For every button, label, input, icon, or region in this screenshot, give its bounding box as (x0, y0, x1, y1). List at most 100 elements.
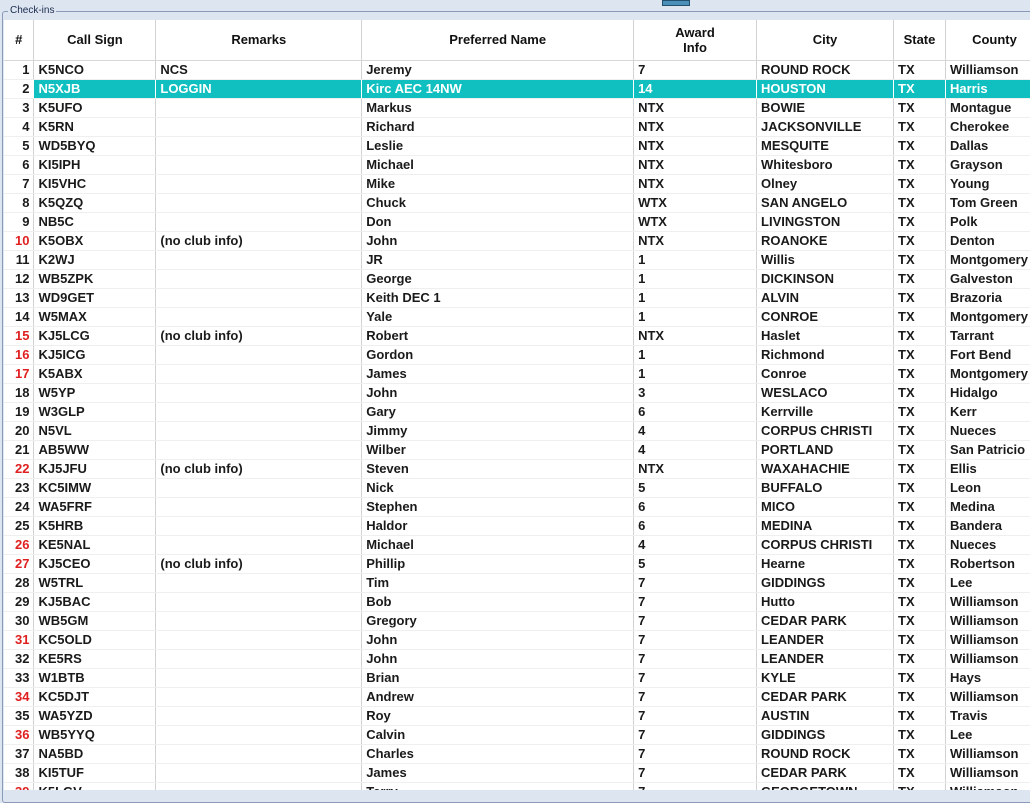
cell-state: TX (893, 763, 946, 783)
col-header-award-info[interactable]: Award Info (633, 20, 758, 61)
cell-state: TX (893, 136, 946, 156)
col-header-remarks[interactable]: Remarks (155, 20, 363, 61)
cell-award-info: 14 (633, 79, 758, 99)
row-number: 13 (4, 288, 35, 308)
table-row[interactable]: 31 KC5OLD John 7 LEANDER TX Williamson (4, 630, 1030, 650)
cell-award-info: 7 (633, 744, 758, 764)
cell-county: Williamson (945, 592, 1030, 612)
row-number: 18 (4, 383, 35, 403)
cell-city: MICO (756, 497, 894, 517)
cell-remarks (155, 307, 363, 327)
table-row[interactable]: 14 W5MAX Yale 1 CONROE TX Montgomery (4, 307, 1030, 327)
table-row[interactable]: 1 K5NCO NCS Jeremy 7 ROUND ROCK TX Williamson (4, 60, 1030, 80)
cell-award-info: 4 (633, 535, 758, 555)
table-row[interactable]: 8 K5QZQ Chuck WTX SAN ANGELO TX Tom Green (4, 193, 1030, 213)
cell-county: Williamson (945, 60, 1030, 80)
cell-city: WAXAHACHIE (756, 459, 894, 479)
table-row[interactable]: 6 KI5IPH Michael NTX Whitesboro TX Grayson (4, 155, 1030, 175)
cell-call-sign: K2WJ (33, 250, 157, 270)
cell-preferred-name: John (361, 383, 635, 403)
cell-call-sign: WB5YYQ (33, 725, 157, 745)
cell-county: Williamson (945, 630, 1030, 650)
checkins-grid[interactable]: # Call Sign Remarks Preferred Name Award… (4, 20, 1030, 790)
cell-county: Polk (945, 212, 1030, 232)
cell-remarks (155, 706, 363, 726)
table-row[interactable]: 23 KC5IMW Nick 5 BUFFALO TX Leon (4, 478, 1030, 498)
cell-award-info: 3 (633, 383, 758, 403)
table-row[interactable]: 39K5LGV Terry7GEORGETOWNTXWilliamson (4, 782, 1030, 790)
cell-state: TX (893, 269, 946, 289)
table-row[interactable]: 5 WD5BYQ Leslie NTX MESQUITE TX Dallas (4, 136, 1030, 156)
table-row[interactable]: 25 K5HRB Haldor 6 MEDINA TX Bandera (4, 516, 1030, 536)
table-row[interactable]: 11 K2WJ JR 1 Willis TX Montgomery (4, 250, 1030, 270)
cell-award-info: 7 (633, 573, 758, 593)
table-row[interactable]: 2 N5XJB LOGGIN Kirc AEC 14NW 14 HOUSTON TX Harr… (4, 79, 1030, 99)
cell-award-info: 7 (633, 706, 758, 726)
cell-award-info: 1 (633, 307, 758, 327)
table-row[interactable]: 7 KI5VHC Mike NTX Olney TX Young (4, 174, 1030, 194)
cell-city: ALVIN (756, 288, 894, 308)
cell-county: Williamson (945, 763, 1030, 783)
col-header-number[interactable]: # (4, 20, 35, 61)
col-header-preferred-name[interactable]: Preferred Name (361, 20, 635, 61)
table-row[interactable]: 12 WB5ZPK George 1 DICKINSON TX Galveston (4, 269, 1030, 289)
table-row[interactable]: 30 WB5GM Gregory 7 CEDAR PARK TX Williamson (4, 611, 1030, 631)
cell-award-info: 5 (633, 478, 758, 498)
cell-state: TX (893, 155, 946, 175)
table-row[interactable]: 9 NB5C Don WTX LIVINGSTON TX Polk (4, 212, 1030, 232)
cell-county: Montague (945, 98, 1030, 118)
table-row[interactable]: 26 KE5NAL Michael 4 CORPUS CHRISTI TX Nueces (4, 535, 1030, 555)
row-number: 4 (4, 117, 35, 137)
cell-county: Grayson (945, 155, 1030, 175)
table-row[interactable]: 3 K5UFO Markus NTX BOWIE TX Montague (4, 98, 1030, 118)
splitter-grip[interactable] (662, 0, 690, 6)
cell-remarks (155, 573, 363, 593)
table-row[interactable]: 20 N5VL Jimmy 4 CORPUS CHRISTI TX Nueces (4, 421, 1030, 441)
table-row[interactable]: 37 NA5BD Charles 7 ROUND ROCK TX Williamson (4, 744, 1030, 764)
table-row[interactable]: 32 KE5RS John 7 LEANDER TX Williamson (4, 649, 1030, 669)
cell-remarks: (no club info) (155, 459, 363, 479)
table-row[interactable]: 38 KI5TUF James 7 CEDAR PARK TX Williamson (4, 763, 1030, 783)
cell-remarks (155, 155, 363, 175)
table-row[interactable]: 17 K5ABX James 1 Conroe TX Montgomery (4, 364, 1030, 384)
col-header-county[interactable]: County (945, 20, 1030, 61)
cell-preferred-name: Keith DEC 1 (361, 288, 635, 308)
table-row[interactable]: 29 KJ5BAC Bob 7 Hutto TX Williamson (4, 592, 1030, 612)
cell-state: TX (893, 345, 946, 365)
cell-remarks (155, 174, 363, 194)
table-row[interactable]: 33 W1BTB Brian 7 KYLE TX Hays (4, 668, 1030, 688)
cell-county: Bandera (945, 516, 1030, 536)
col-header-state[interactable]: State (893, 20, 946, 61)
table-row[interactable]: 19 W3GLP Gary 6 Kerrville TX Kerr (4, 402, 1030, 422)
table-row[interactable]: 22 KJ5JFU (no club info) Steven NTX WAXAHACHI… (4, 459, 1030, 479)
cell-remarks (155, 193, 363, 213)
cell-city: GEORGETOWN (756, 782, 894, 790)
cell-state: TX (893, 117, 946, 137)
table-row[interactable]: 28 W5TRL Tim 7 GIDDINGS TX Lee (4, 573, 1030, 593)
table-row[interactable]: 34 KC5DJT Andrew 7 CEDAR PARK TX Williamson (4, 687, 1030, 707)
table-row[interactable]: 18 W5YP John 3 WESLACO TX Hidalgo (4, 383, 1030, 403)
cell-city: AUSTIN (756, 706, 894, 726)
table-row[interactable]: 36 WB5YYQ Calvin 7 GIDDINGS TX Lee (4, 725, 1030, 745)
table-row[interactable]: 15 KJ5LCG (no club info) Robert NTX Haslet TX T… (4, 326, 1030, 346)
table-row[interactable]: 4 K5RN Richard NTX JACKSONVILLE TX Cherokee (4, 117, 1030, 137)
cell-award-info: 7 (633, 668, 758, 688)
table-row[interactable]: 13 WD9GET Keith DEC 1 1 ALVIN TX Brazoria (4, 288, 1030, 308)
col-header-call-sign[interactable]: Call Sign (33, 20, 157, 61)
table-row[interactable]: 27 KJ5CEO (no club info) Phillip 5 Hearne TX Ro… (4, 554, 1030, 574)
checkins-table: # Call Sign Remarks Preferred Name Award… (4, 20, 1030, 790)
row-number: 20 (4, 421, 35, 441)
table-row[interactable]: 24 WA5FRF Stephen 6 MICO TX Medina (4, 497, 1030, 517)
cell-preferred-name: James (361, 364, 635, 384)
cell-call-sign: KE5RS (33, 649, 157, 669)
row-number: 19 (4, 402, 35, 422)
row-number: 33 (4, 668, 35, 688)
cell-award-info: WTX (633, 193, 758, 213)
table-row[interactable]: 10 K5OBX (no club info) John NTX ROANOKE TX Den… (4, 231, 1030, 251)
table-row[interactable]: 21 AB5WW Wilber 4 PORTLAND TX San Patricio (4, 440, 1030, 460)
cell-preferred-name: Brian (361, 668, 635, 688)
cell-remarks (155, 345, 363, 365)
col-header-city[interactable]: City (756, 20, 894, 61)
table-row[interactable]: 35 WA5YZD Roy 7 AUSTIN TX Travis (4, 706, 1030, 726)
table-row[interactable]: 16 KJ5ICG Gordon 1 Richmond TX Fort Bend (4, 345, 1030, 365)
